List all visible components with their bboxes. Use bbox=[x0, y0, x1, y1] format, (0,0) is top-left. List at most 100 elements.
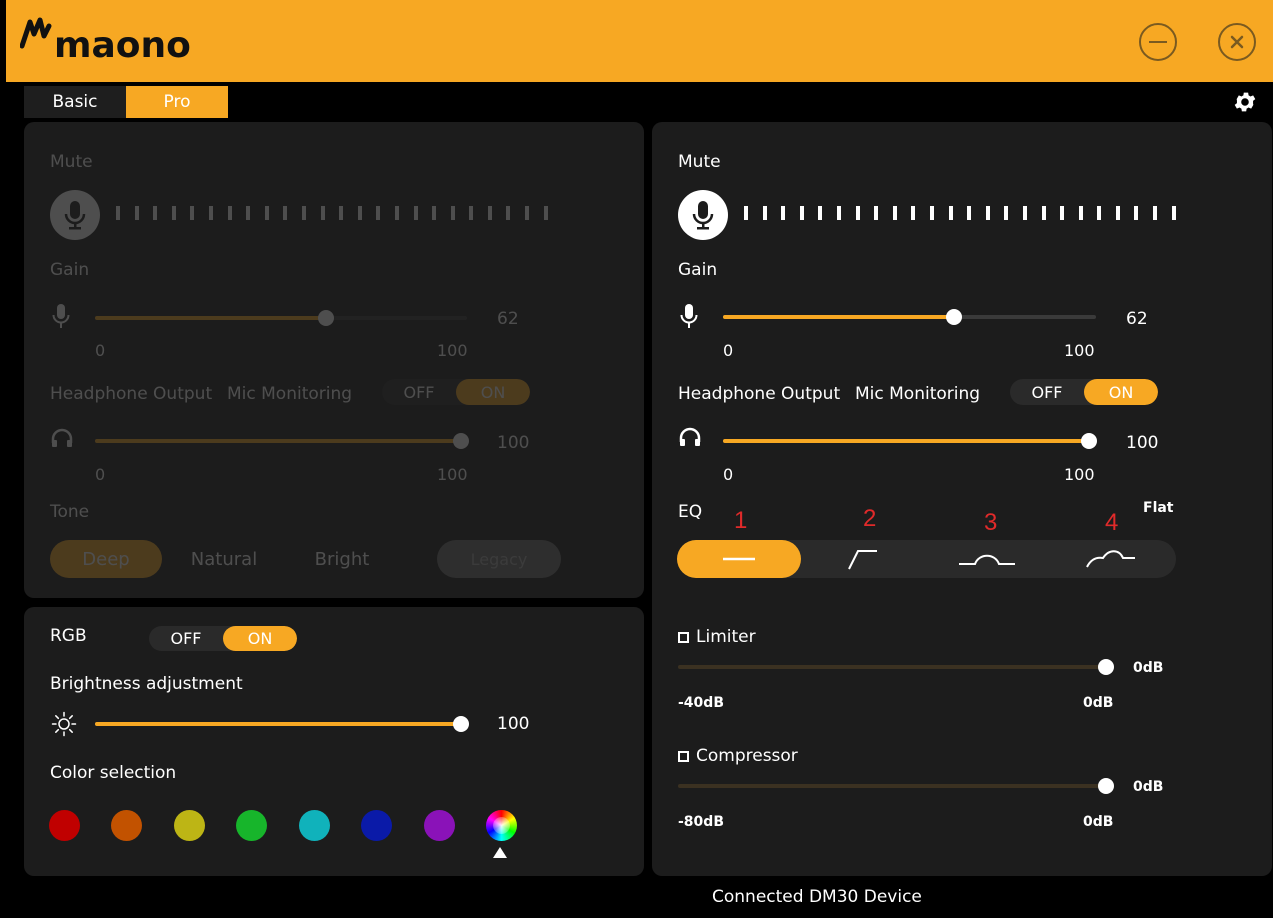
headphone-min: 0 bbox=[95, 465, 106, 484]
compressor-label: Compressor bbox=[678, 746, 798, 766]
meter-tick bbox=[1171, 206, 1176, 220]
meter-tick bbox=[376, 206, 381, 220]
mic-monitoring-toggle[interactable]: OFF ON bbox=[382, 379, 530, 405]
headphone-min: 0 bbox=[723, 465, 734, 484]
brightness-slider[interactable] bbox=[95, 716, 469, 732]
sun-icon bbox=[51, 711, 77, 737]
limiter-label: Limiter bbox=[678, 627, 756, 647]
meter-tick bbox=[967, 206, 972, 220]
mute-button[interactable] bbox=[50, 190, 100, 240]
color-swatch[interactable] bbox=[49, 810, 80, 841]
toggle-off[interactable]: OFF bbox=[149, 626, 223, 651]
gain-max: 100 bbox=[1064, 341, 1095, 360]
tab-pro[interactable]: Pro bbox=[126, 86, 228, 118]
headphones-icon bbox=[679, 427, 701, 446]
selected-color-indicator bbox=[493, 847, 507, 858]
toggle-on[interactable]: ON bbox=[456, 379, 530, 405]
meter-tick bbox=[744, 206, 748, 220]
meter-tick bbox=[1022, 206, 1027, 220]
compressor-slider[interactable] bbox=[678, 778, 1114, 794]
mode-tabs: Basic Pro bbox=[24, 86, 228, 118]
eq-presence-button[interactable] bbox=[1049, 540, 1173, 578]
brightness-value: 100 bbox=[497, 714, 530, 734]
toggle-off[interactable]: OFF bbox=[1010, 379, 1084, 405]
eq-annotation-4: 4 bbox=[1105, 509, 1119, 536]
meter-tick bbox=[836, 206, 841, 220]
mute-label: Mute bbox=[678, 152, 721, 172]
legacy-button[interactable]: Legacy bbox=[437, 540, 561, 578]
gain-min: 0 bbox=[95, 341, 106, 360]
meter-tick bbox=[1097, 206, 1102, 220]
meter-tick bbox=[153, 206, 158, 220]
eq-highpass-button[interactable] bbox=[801, 540, 925, 578]
meter-tick bbox=[1041, 206, 1046, 220]
eq-preset-name: Flat bbox=[1143, 500, 1174, 516]
meter-tick bbox=[190, 206, 195, 220]
compressor-min: -80dB bbox=[678, 814, 724, 830]
color-swatch-rainbow[interactable] bbox=[486, 810, 517, 841]
tone-bright-button[interactable]: Bright bbox=[286, 540, 398, 578]
meter-tick bbox=[1153, 206, 1158, 220]
color-swatch[interactable] bbox=[424, 810, 455, 841]
tone-selector: Deep Natural Bright bbox=[50, 540, 404, 578]
compressor-checkbox[interactable] bbox=[678, 750, 689, 762]
compressor-text: Compressor bbox=[696, 746, 798, 766]
meter-tick bbox=[874, 206, 879, 220]
rgb-toggle[interactable]: OFF ON bbox=[149, 626, 297, 651]
headphone-max: 100 bbox=[437, 465, 468, 484]
gain-slider[interactable] bbox=[95, 310, 467, 326]
meter-tick bbox=[1004, 206, 1009, 220]
minimize-button[interactable] bbox=[1139, 23, 1177, 61]
headphone-slider[interactable] bbox=[95, 433, 469, 449]
eq-flat-icon bbox=[723, 557, 755, 561]
headphone-slider[interactable] bbox=[723, 433, 1097, 449]
level-meter bbox=[744, 206, 1190, 220]
tone-natural-button[interactable]: Natural bbox=[168, 540, 280, 578]
limiter-min: -40dB bbox=[678, 695, 724, 711]
meter-tick bbox=[818, 206, 823, 220]
gain-min: 0 bbox=[723, 341, 734, 360]
gain-slider[interactable] bbox=[723, 309, 1096, 325]
eq-annotation-3: 3 bbox=[984, 509, 998, 536]
meter-tick bbox=[469, 206, 474, 220]
meter-tick bbox=[1078, 206, 1083, 220]
eq-preset-selector bbox=[677, 540, 1176, 578]
toggle-on[interactable]: ON bbox=[223, 626, 297, 651]
headphone-value: 100 bbox=[497, 433, 530, 453]
color-swatch[interactable] bbox=[299, 810, 330, 841]
toggle-on[interactable]: ON bbox=[1084, 379, 1158, 405]
color-selection-label: Color selection bbox=[50, 763, 177, 783]
tab-basic[interactable]: Basic bbox=[24, 86, 126, 118]
color-swatch[interactable] bbox=[111, 810, 142, 841]
color-swatch[interactable] bbox=[236, 810, 267, 841]
connection-status: Connected DM30 Device bbox=[712, 887, 922, 907]
limiter-checkbox[interactable] bbox=[678, 631, 689, 643]
color-swatch[interactable] bbox=[361, 810, 392, 841]
headphone-output-label: Headphone Output bbox=[50, 384, 213, 404]
tone-deep-button[interactable]: Deep bbox=[50, 540, 162, 578]
eq-presence-icon bbox=[1086, 550, 1135, 568]
meter-tick bbox=[301, 206, 306, 220]
limiter-slider[interactable] bbox=[678, 659, 1114, 675]
meter-tick bbox=[227, 206, 232, 220]
meter-tick bbox=[506, 206, 511, 220]
meter-tick bbox=[283, 206, 288, 220]
gear-icon[interactable] bbox=[1232, 89, 1258, 115]
level-meter bbox=[116, 206, 562, 220]
mute-button[interactable] bbox=[678, 190, 728, 240]
eq-bell-button[interactable] bbox=[925, 540, 1049, 578]
meter-tick bbox=[339, 206, 344, 220]
meter-tick bbox=[171, 206, 176, 220]
meter-tick bbox=[762, 206, 767, 220]
mic-monitoring-label: Mic Monitoring bbox=[855, 384, 981, 404]
mic-monitoring-label: Mic Monitoring bbox=[227, 384, 353, 404]
meter-tick bbox=[1115, 206, 1120, 220]
close-button[interactable] bbox=[1218, 23, 1256, 61]
mic-monitoring-toggle[interactable]: OFF ON bbox=[1010, 379, 1158, 405]
gain-value: 62 bbox=[497, 309, 519, 329]
color-swatch[interactable] bbox=[174, 810, 205, 841]
eq-flat-button[interactable] bbox=[677, 540, 801, 578]
toggle-off[interactable]: OFF bbox=[382, 379, 456, 405]
title-bar: maono bbox=[6, 0, 1273, 82]
meter-tick bbox=[892, 206, 897, 220]
